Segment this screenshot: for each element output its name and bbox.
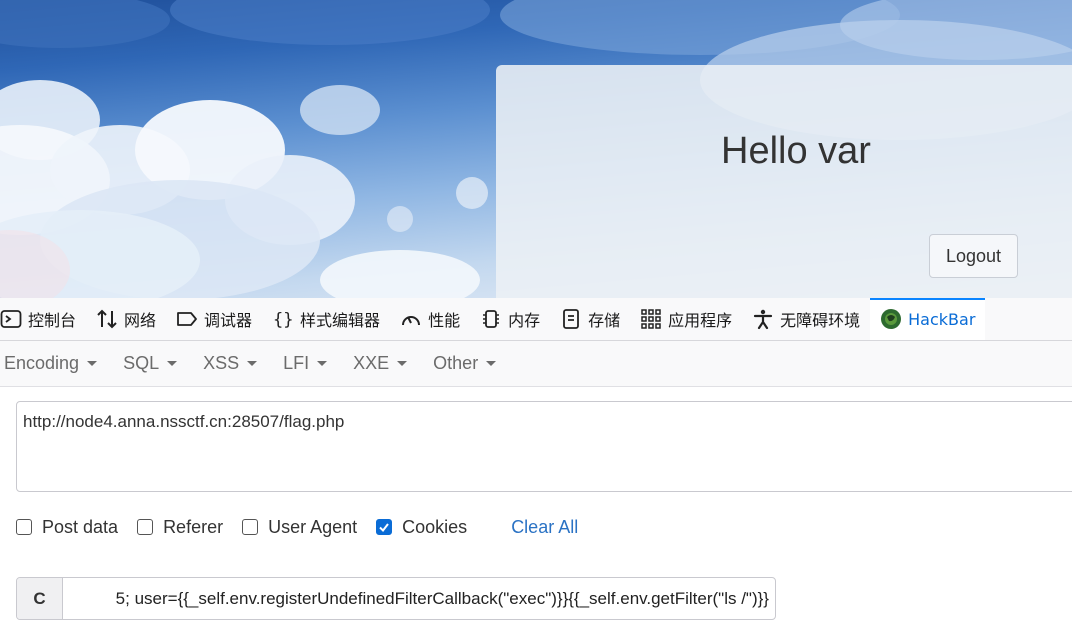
devtools-toolbar: 控制台 网络 调试器 {} 样式编辑器 性能 内存 存储 应用程序 无障碍环境 … (0, 298, 1072, 341)
caret-down-icon (247, 361, 258, 366)
svg-text:{}: {} (273, 310, 293, 330)
tab-performance[interactable]: 性能 (390, 298, 470, 340)
referer-checkbox[interactable] (137, 519, 154, 535)
tab-label: HackBar (908, 309, 976, 329)
logout-button[interactable]: Logout (929, 234, 1018, 278)
tab-network[interactable]: 网络 (86, 298, 166, 340)
greeting-heading: Hello var (721, 130, 871, 172)
menu-label: Other (433, 353, 479, 373)
tab-label: 存储 (588, 311, 621, 330)
menu-label: LFI (283, 353, 310, 373)
menu-sql[interactable]: SQL (110, 353, 190, 374)
accessibility-icon (754, 309, 773, 330)
network-arrows-icon (97, 309, 117, 329)
tab-hackbar[interactable]: HackBar (870, 298, 986, 340)
tab-style-editor[interactable]: {} 样式编辑器 (262, 298, 390, 340)
option-referer[interactable]: Referer (137, 517, 223, 538)
hackbar-logo-icon (881, 309, 902, 329)
menu-label: XXE (353, 353, 390, 373)
tab-label: 样式编辑器 (300, 311, 381, 330)
menu-xxe[interactable]: XXE (340, 353, 420, 374)
url-input[interactable]: http://node4.anna.nssctf.cn:28507/flag.p… (16, 401, 1072, 492)
menu-label: Encoding (4, 353, 80, 373)
tab-label: 调试器 (204, 311, 253, 330)
tab-label: 内存 (508, 311, 541, 330)
menu-lfi[interactable]: LFI (270, 353, 340, 374)
storage-icon (563, 309, 579, 329)
cookie-field: C 5; user={{_self.env.registerUndefinedF… (16, 577, 776, 620)
option-label: Cookies (402, 516, 468, 537)
caret-down-icon (317, 361, 328, 366)
option-cookies[interactable]: Cookies (376, 517, 467, 538)
tab-label: 控制台 (28, 311, 77, 330)
cookie-value-text: 5; user={{_self.env.registerUndefinedFil… (115, 589, 769, 608)
tab-console[interactable]: 控制台 (0, 298, 86, 340)
option-label: Post data (42, 516, 119, 537)
menu-xss[interactable]: XSS (190, 353, 270, 374)
option-label: Referer (163, 516, 224, 537)
tab-accessibility[interactable]: 无障碍环境 (742, 298, 870, 340)
request-options: Post data Referer User Agent Cookies Cle… (16, 515, 578, 539)
memory-chip-icon (483, 310, 500, 328)
menu-label: XSS (203, 353, 240, 373)
option-post-data[interactable]: Post data (16, 517, 118, 538)
console-icon (0, 310, 22, 328)
tab-storage[interactable]: 存储 (550, 298, 630, 340)
tab-label: 应用程序 (668, 311, 733, 330)
devtools-panel: 控制台 网络 调试器 {} 样式编辑器 性能 内存 存储 应用程序 无障碍环境 … (0, 298, 1072, 620)
hackbar-menu: Encoding SQL XSS LFI XXE Other (0, 341, 1072, 387)
cookie-label: C (17, 578, 63, 619)
cookies-checkbox[interactable] (376, 519, 393, 535)
page-background: Hello var Logout (0, 0, 1072, 298)
application-grid-icon (641, 309, 661, 329)
checkmark-icon (379, 523, 389, 533)
cookie-input[interactable]: 5; user={{_self.env.registerUndefinedFil… (63, 578, 775, 619)
menu-encoding[interactable]: Encoding (0, 353, 110, 374)
menu-label: SQL (123, 353, 160, 373)
performance-gauge-icon (402, 316, 421, 326)
tab-label: 无障碍环境 (780, 311, 861, 330)
caret-down-icon (167, 361, 178, 366)
clear-all-link[interactable]: Clear All (511, 517, 578, 538)
option-user-agent[interactable]: User Agent (242, 517, 357, 538)
caret-down-icon (397, 361, 408, 366)
tab-application[interactable]: 应用程序 (630, 298, 742, 340)
caret-down-icon (486, 361, 497, 366)
option-label: User Agent (268, 516, 358, 537)
tab-memory[interactable]: 内存 (470, 298, 550, 340)
style-editor-braces-icon: {} (273, 310, 293, 330)
tab-label: 网络 (124, 311, 157, 330)
menu-other[interactable]: Other (420, 353, 509, 374)
tab-debugger[interactable]: 调试器 (166, 298, 262, 340)
user-agent-checkbox[interactable] (242, 519, 259, 535)
caret-down-icon (87, 361, 98, 366)
tab-label: 性能 (428, 311, 461, 330)
post-data-checkbox[interactable] (16, 519, 32, 535)
debugger-icon (177, 312, 197, 326)
